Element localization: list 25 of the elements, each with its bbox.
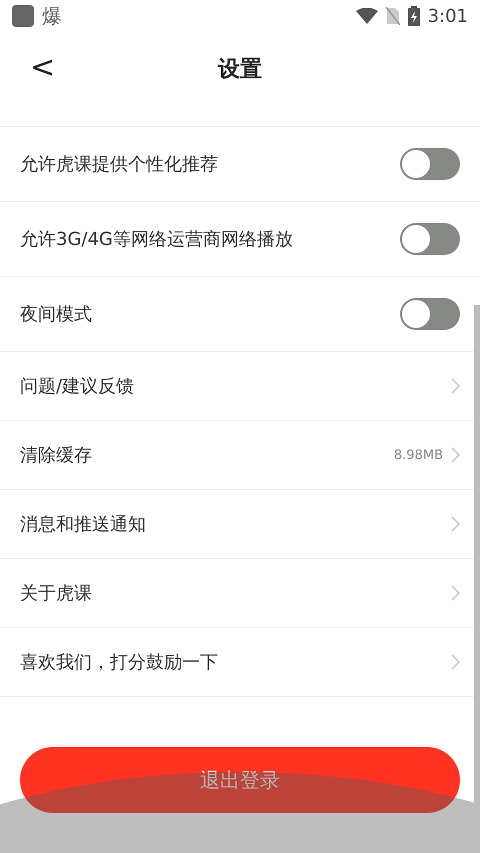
back-button[interactable]: < <box>22 50 64 86</box>
chevron-icon <box>451 654 460 670</box>
setting-label: 允许3G/4G等网络运营商网络播放 <box>20 228 294 251</box>
setting-label[interactable]: 喜欢我们，打分鼓励一下 <box>20 650 451 674</box>
toggle-switch[interactable] <box>400 298 460 330</box>
setting-label[interactable]: 关于虎课 <box>20 581 451 605</box>
no-sim-icon <box>386 7 400 25</box>
toggle-switch[interactable] <box>400 223 460 255</box>
cache-size: 8.98MB <box>394 448 443 462</box>
page-title: 设置 <box>218 56 262 84</box>
setting-label[interactable]: 清除缓存 <box>20 443 394 467</box>
chevron-icon <box>451 585 460 601</box>
battery-charging-icon <box>408 6 420 26</box>
chevron-icon <box>451 516 460 532</box>
setting-label[interactable]: 问题/建议反馈 <box>20 374 451 398</box>
setting-label[interactable]: 消息和推送通知 <box>20 512 451 536</box>
setting-label: 夜间模式 <box>20 303 93 326</box>
chevron-icon <box>451 378 460 394</box>
notification-glyph: 爆 <box>42 2 62 30</box>
wifi-icon <box>356 8 378 24</box>
toggle-switch[interactable] <box>400 148 460 180</box>
clock-time: 3:01 <box>428 6 468 26</box>
setting-label: 允许虎课提供个性化推荐 <box>20 153 219 176</box>
app-icon <box>12 5 34 27</box>
chevron-icon <box>451 447 460 463</box>
